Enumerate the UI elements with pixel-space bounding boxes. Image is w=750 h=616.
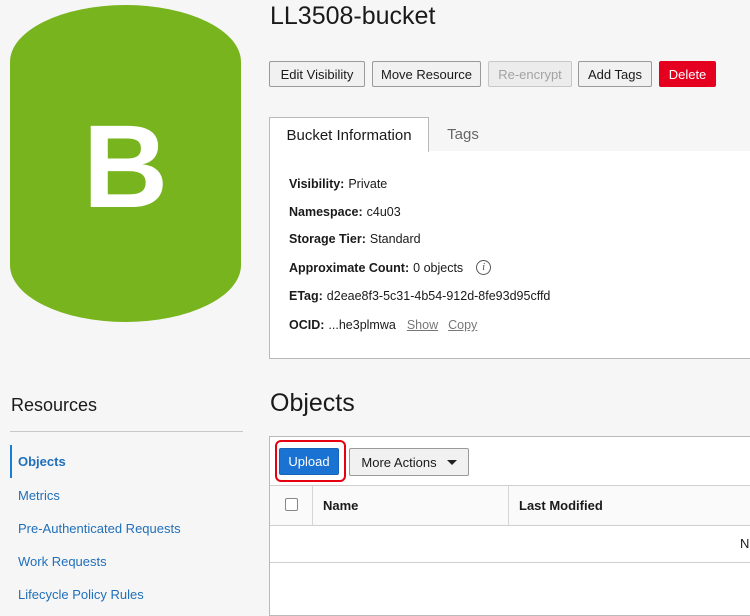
sidebar-item-objects[interactable]: Objects: [18, 454, 66, 469]
etag-row: ETag: d2eae8f3-5c31-4b54-912d-8fe93d95cf…: [289, 289, 550, 303]
column-header-name[interactable]: Name: [323, 498, 358, 513]
select-all-checkbox[interactable]: [285, 498, 298, 511]
namespace-label: Namespace:: [289, 205, 363, 219]
info-icon[interactable]: i: [476, 260, 492, 275]
caret-down-icon: [446, 459, 457, 465]
resources-title: Resources: [11, 395, 98, 415]
approximate-count-label: Approximate Count:: [289, 260, 410, 275]
namespace-row: Namespace: c4u03: [289, 205, 401, 219]
namespace-value: c4u03: [366, 205, 401, 219]
objects-title: Objects: [270, 389, 355, 417]
upload-button[interactable]: Upload: [279, 448, 339, 475]
ocid-value: ...he3plmwa: [328, 318, 396, 332]
delete-button[interactable]: Delete: [659, 61, 716, 87]
sidebar-item-lifecycle-policy-rules[interactable]: Lifecycle Policy Rules: [18, 587, 144, 602]
column-header-last-modified[interactable]: Last Modified: [519, 498, 603, 513]
page-title: LL3508-bucket: [270, 2, 436, 30]
ocid-show-link[interactable]: Show: [407, 318, 438, 332]
ocid-copy-link[interactable]: Copy: [448, 318, 477, 332]
resources-active-indicator: [10, 445, 12, 478]
bucket-icon: B: [10, 5, 241, 322]
more-actions-label: More Actions: [361, 454, 437, 470]
edit-visibility-button[interactable]: Edit Visibility: [269, 61, 365, 87]
move-resource-button[interactable]: Move Resource: [372, 61, 481, 87]
column-divider: [312, 486, 313, 525]
table-empty-row: N: [270, 524, 750, 563]
more-actions-button[interactable]: More Actions: [349, 448, 469, 476]
sidebar-item-metrics[interactable]: Metrics: [18, 488, 60, 503]
tab-tags[interactable]: Tags: [430, 117, 496, 151]
visibility-row: Visibility: Private: [289, 177, 387, 191]
ocid-label: OCID:: [289, 318, 325, 332]
empty-message: N: [740, 536, 750, 551]
resources-divider: [10, 431, 243, 432]
storage-tier-label: Storage Tier:: [289, 232, 366, 246]
tab-bucket-information[interactable]: Bucket Information: [269, 117, 429, 152]
bucket-information-panel: Visibility: Private Namespace: c4u03 Sto…: [269, 151, 750, 359]
etag-value: d2eae8f3-5c31-4b54-912d-8fe93d95cffd: [326, 289, 551, 303]
bucket-letter: B: [82, 100, 169, 233]
sidebar-item-pre-authenticated-requests[interactable]: Pre-Authenticated Requests: [18, 521, 181, 536]
visibility-value: Private: [348, 177, 388, 191]
ocid-row: OCID: ...he3plmwa Show Copy: [289, 318, 477, 332]
visibility-label: Visibility:: [289, 177, 345, 191]
approximate-count-row: Approximate Count: 0 objects i: [289, 260, 492, 275]
reencrypt-button[interactable]: Re-encrypt: [488, 61, 572, 87]
etag-label: ETag:: [289, 289, 323, 303]
approximate-count-value: 0 objects: [413, 260, 464, 275]
column-divider: [508, 486, 509, 525]
storage-tier-value: Standard: [369, 232, 421, 246]
sidebar-item-work-requests[interactable]: Work Requests: [18, 554, 107, 569]
objects-table-header: Name Last Modified: [270, 485, 750, 526]
add-tags-button[interactable]: Add Tags: [578, 61, 652, 87]
storage-tier-row: Storage Tier: Standard: [289, 232, 421, 246]
